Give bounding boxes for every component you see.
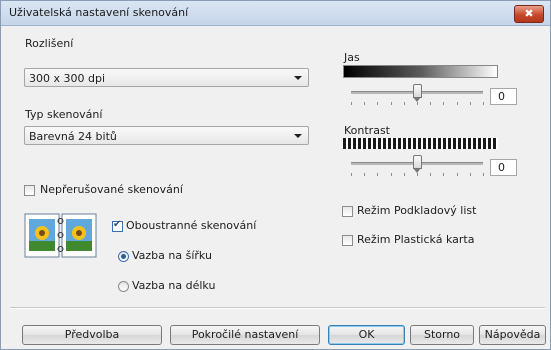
contrast-slider-thumb[interactable] [413, 155, 422, 173]
continuous-scan-checkbox[interactable] [24, 185, 35, 196]
carrier-sheet-checkbox[interactable] [342, 206, 353, 217]
title-bar: Uživatelská nastavení skenování ✖ [1, 1, 550, 26]
close-button[interactable]: ✖ [514, 5, 544, 23]
slider-tick [390, 102, 392, 105]
slider-tick [443, 173, 445, 176]
slider-tick [430, 173, 432, 176]
duplex-scan-label: Oboustranné skenování [126, 219, 257, 232]
slider-tick [377, 173, 379, 176]
help-button[interactable]: Nápověda [479, 325, 546, 345]
scan-settings-dialog: Uživatelská nastavení skenování ✖ Rozliš… [0, 0, 551, 350]
resolution-select[interactable]: 300 x 300 dpi [24, 68, 309, 87]
brightness-gradient [343, 65, 498, 78]
slider-tick [364, 173, 366, 176]
footer-separator [10, 307, 545, 309]
chevron-down-icon [294, 134, 302, 138]
scan-type-value: Barevná 24 bitů [29, 130, 117, 143]
resolution-label: Rozlišení [25, 37, 74, 50]
slider-tick [469, 173, 471, 176]
slider-tick [377, 102, 379, 105]
brightness-slider-thumb[interactable] [413, 84, 422, 102]
slider-tick [403, 173, 405, 176]
binding-landscape-label: Vazba na šířku [132, 249, 212, 262]
continuous-scan-label: Nepřerušované skenování [40, 183, 183, 196]
binding-landscape-radio[interactable] [118, 251, 129, 262]
slider-tick [483, 173, 484, 176]
slider-tick [456, 173, 458, 176]
contrast-label: Kontrast [344, 124, 390, 137]
slider-tick [364, 102, 366, 105]
slider-tick [351, 173, 352, 176]
brightness-slider-ticks [351, 102, 484, 105]
brightness-input[interactable]: 0 [490, 88, 517, 105]
slider-tick [456, 102, 458, 105]
duplex-book-icon [24, 213, 97, 258]
binding-portrait-label: Vazba na délku [132, 279, 216, 292]
preset-button[interactable]: Předvolba [22, 325, 162, 345]
contrast-input[interactable]: 0 [490, 159, 517, 176]
plastic-card-checkbox[interactable] [342, 235, 353, 246]
scan-type-label: Typ skenování [25, 108, 103, 121]
slider-tick [403, 102, 405, 105]
plastic-card-label: Režim Plastická karta [357, 233, 475, 246]
cancel-button[interactable]: Storno [410, 325, 474, 345]
chevron-down-icon [294, 76, 302, 80]
resolution-value: 300 x 300 dpi [29, 72, 106, 85]
slider-tick [443, 102, 445, 105]
slider-tick [430, 102, 432, 105]
brightness-label: Jas [344, 51, 360, 64]
contrast-pattern [343, 138, 498, 149]
contrast-slider-ticks [351, 173, 484, 176]
scan-type-select[interactable]: Barevná 24 bitů [24, 126, 309, 145]
slider-tick [351, 102, 352, 105]
slider-tick [417, 102, 418, 105]
slider-tick [469, 102, 471, 105]
ok-button[interactable]: OK [328, 325, 405, 345]
close-icon: ✖ [524, 7, 534, 20]
binding-portrait-radio[interactable] [118, 281, 129, 292]
dialog-title: Uživatelská nastavení skenování [9, 6, 189, 19]
slider-tick [417, 173, 418, 176]
carrier-sheet-label: Režim Podkladový list [357, 204, 477, 217]
slider-tick [390, 173, 392, 176]
slider-tick [483, 102, 484, 105]
duplex-scan-checkbox[interactable] [112, 219, 123, 232]
advanced-settings-button[interactable]: Pokročilé nastavení [170, 325, 320, 345]
